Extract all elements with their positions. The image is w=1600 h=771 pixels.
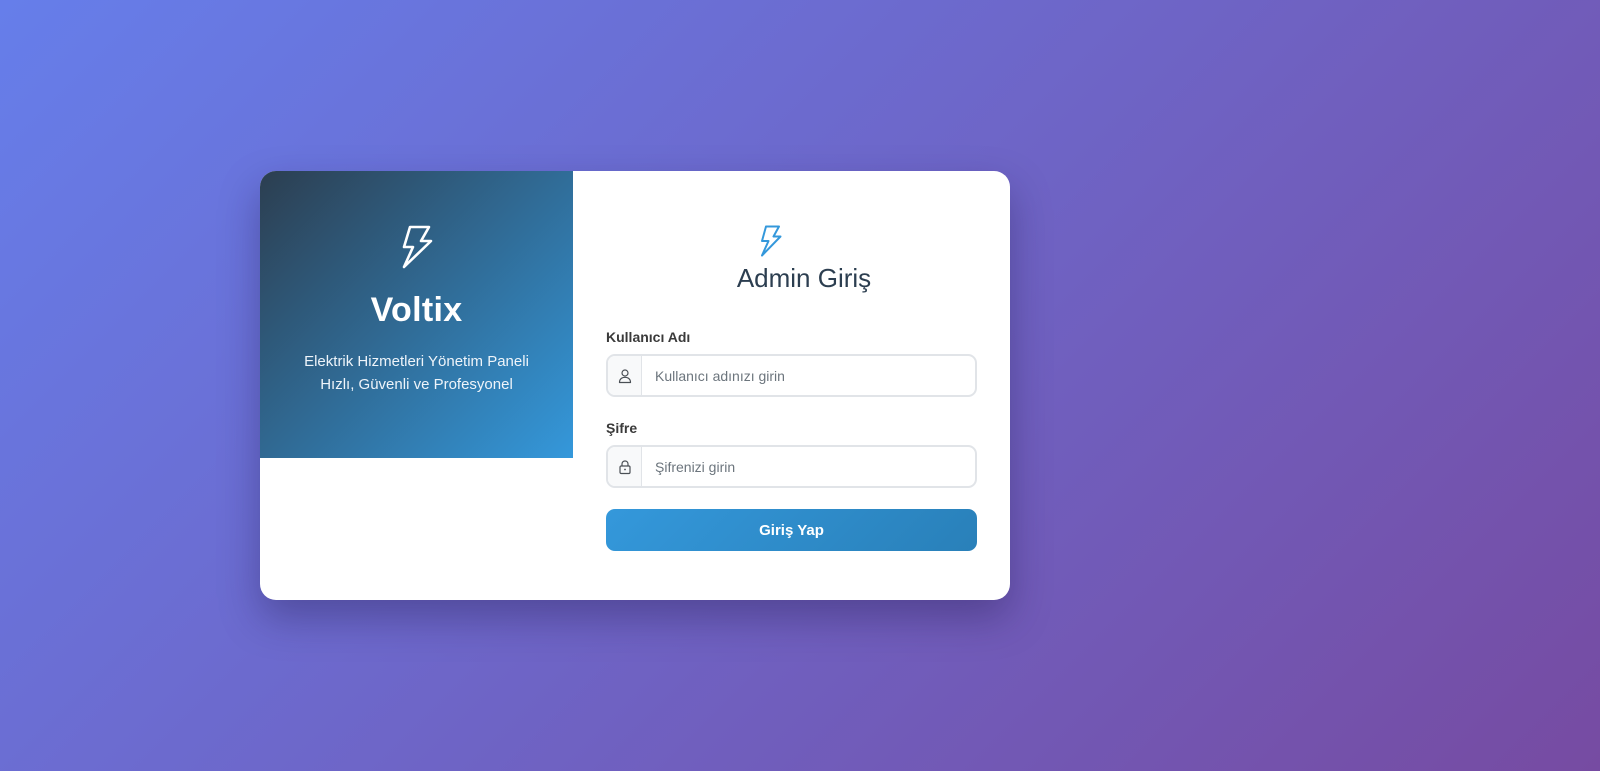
user-icon bbox=[618, 368, 631, 383]
password-label: Şifre bbox=[606, 420, 638, 436]
brand-name: Voltix bbox=[370, 291, 463, 329]
username-input[interactable] bbox=[642, 356, 975, 395]
password-input-group bbox=[606, 445, 977, 488]
username-addon bbox=[608, 356, 642, 395]
login-button[interactable]: Giriş Yap bbox=[606, 509, 977, 551]
lock-icon bbox=[618, 459, 631, 474]
page-title: Admin Giriş bbox=[736, 263, 872, 293]
login-card: Voltix Elektrik Hizmetleri Yönetim Panel… bbox=[260, 171, 1010, 600]
username-label: Kullanıcı Adı bbox=[606, 329, 691, 345]
brand-panel: Voltix Elektrik Hizmetleri Yönetim Panel… bbox=[260, 171, 573, 458]
login-form-panel: Admin Giriş Kullanıcı Adı Şifre bbox=[573, 171, 1010, 600]
lightning-bolt-icon bbox=[397, 225, 437, 269]
password-input[interactable] bbox=[642, 447, 975, 486]
brand-tagline: Elektrik Hizmetleri Yönetim Paneli Hızlı… bbox=[304, 350, 529, 396]
lightning-bolt-icon bbox=[758, 225, 784, 257]
brand-tagline-line-1: Elektrik Hizmetleri Yönetim Paneli bbox=[304, 353, 529, 370]
brand-tagline-line-2: Hızlı, Güvenli ve Profesyonel bbox=[320, 376, 513, 393]
password-addon bbox=[608, 447, 642, 486]
username-input-group bbox=[606, 354, 977, 397]
